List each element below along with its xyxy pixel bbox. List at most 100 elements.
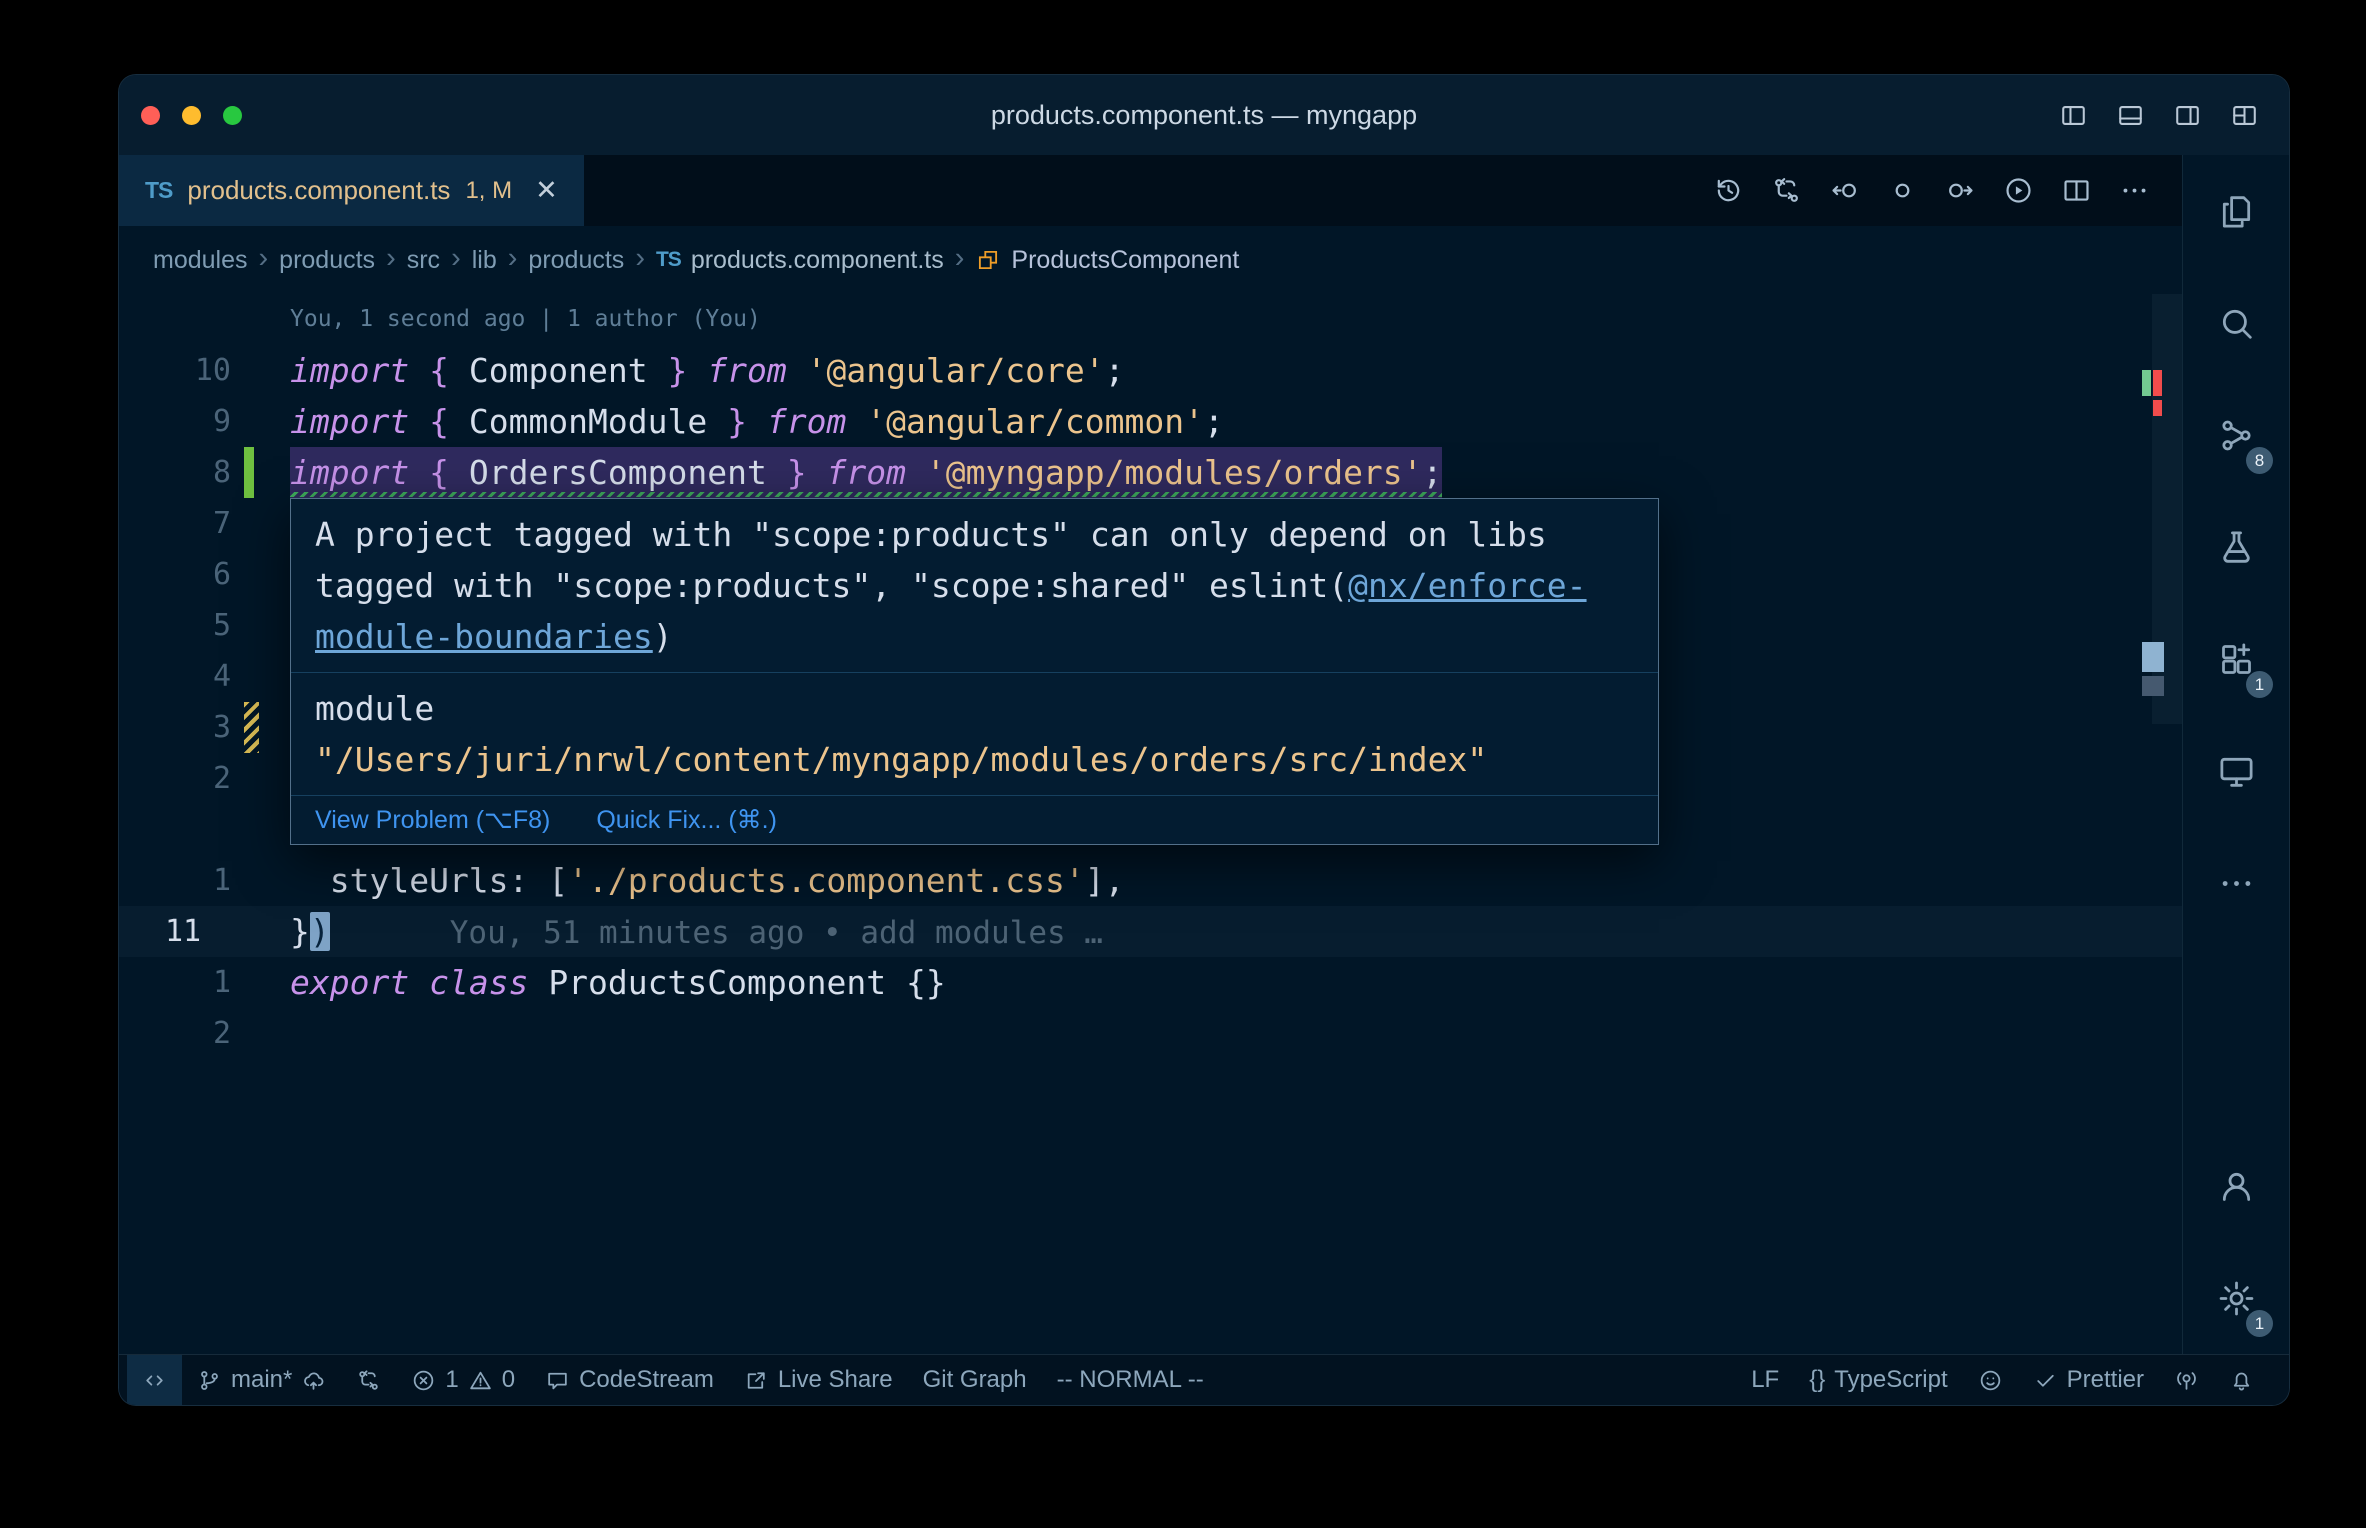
remote-icon: [146, 1374, 163, 1386]
error-icon: [414, 1370, 434, 1390]
code-line[interactable]: 11}) You, 51 minutes ago • add modules …: [119, 906, 2182, 957]
breadcrumb-separator: ›: [635, 242, 645, 274]
code-line[interactable]: 9 import { CommonModule } from '@angular/…: [119, 396, 2182, 447]
window-title: products.component.ts — myngapp: [990, 100, 1418, 130]
previous-change-button[interactable]: [1829, 175, 1860, 206]
statusbar-branch-compare[interactable]: [341, 1355, 396, 1405]
statusbar-git-graph[interactable]: Git Graph: [908, 1355, 1042, 1405]
split-editor-button[interactable]: [2061, 175, 2092, 206]
toggle-primary-sidebar-button[interactable]: [2059, 101, 2088, 130]
toggle-panel-icon: [2119, 105, 2142, 125]
toggle-panel-button[interactable]: [2116, 101, 2145, 130]
activitybar-search[interactable]: [2183, 267, 2289, 379]
statusbar-remote-indicator[interactable]: [127, 1355, 182, 1405]
breadcrumb-symbol[interactable]: ProductsComponent: [975, 246, 1239, 275]
class-symbol-icon: [979, 250, 998, 270]
code-token: '@angular/common': [866, 402, 1204, 441]
more-actions-icon: [2123, 188, 2146, 193]
tab-products-component[interactable]: TS products.component.ts 1, M ✕: [119, 155, 584, 226]
breadcrumb-folder[interactable]: products: [279, 246, 375, 275]
code-token: './products.component.css': [568, 861, 1085, 900]
statusbar-language-mode[interactable]: {} TypeScript: [1794, 1355, 1962, 1405]
run-file-button[interactable]: [2003, 175, 2034, 206]
next-change-button[interactable]: [1945, 175, 1976, 206]
current-change-button[interactable]: [1887, 175, 1918, 206]
activitybar-additional-views[interactable]: [2183, 827, 2289, 939]
timeline-icon: [1717, 179, 1740, 202]
activitybar-extensions[interactable]: 1: [2183, 603, 2289, 715]
code-line[interactable]: 2: [119, 1008, 2182, 1059]
statusbar-notifications[interactable]: [2214, 1355, 2269, 1405]
code-token: export: [290, 963, 410, 1002]
code-line[interactable]: 1 styleUrls: ['./products.component.css'…: [119, 855, 2182, 906]
code-token: {: [429, 453, 449, 492]
activitybar-source-control[interactable]: 8: [2183, 379, 2289, 491]
vim-block-cursor: ): [309, 912, 330, 951]
open-changes-button[interactable]: [1771, 175, 1802, 206]
typescript-file-icon: TS: [655, 248, 682, 271]
breadcrumb-folder[interactable]: src: [407, 246, 440, 275]
statusbar-prettier[interactable]: Prettier: [2018, 1355, 2159, 1405]
code-line[interactable]: 1 export class ProductsComponent {}: [119, 957, 2182, 1008]
view-problem-action[interactable]: View Problem (⌥F8): [315, 795, 550, 846]
code-token: Component: [448, 351, 668, 390]
breadcrumb-separator: ›: [258, 242, 269, 274]
editor-actions: [1713, 155, 2182, 226]
breadcrumb-separator: ›: [507, 242, 518, 274]
code-token: import: [290, 402, 410, 441]
statusbar-codestream[interactable]: CodeStream: [530, 1355, 729, 1405]
statusbar-broadcast[interactable]: [2159, 1355, 2214, 1405]
code-editor[interactable]: You, 1 second ago | 1 author (You) 10 impo…: [119, 294, 2182, 1354]
statusbar-eol-text: LF: [1751, 1366, 1780, 1393]
activitybar-explorer[interactable]: [2183, 155, 2289, 267]
quick-fix-action[interactable]: Quick Fix... (⌘.): [596, 795, 777, 846]
additional-views-icon: [2222, 880, 2250, 886]
accounts-icon: [2222, 1172, 2250, 1201]
breadcrumb-folder[interactable]: modules: [153, 246, 248, 275]
more-actions-button[interactable]: [2119, 175, 2150, 206]
breadcrumb-file[interactable]: TS products.component.ts: [656, 246, 944, 275]
breadcrumb-folder[interactable]: products: [528, 246, 624, 275]
previous-change-icon: [1832, 183, 1856, 198]
status-bar: main* 1 0 CodeStream Live Share Git Graph -- N…: [119, 1354, 2289, 1405]
code-line[interactable]: 8 import { OrdersComponent } from '@mynga…: [119, 447, 2182, 498]
code-line[interactable]: 10 import { Component } from '@angular/co…: [119, 345, 2182, 396]
customize-layout-button[interactable]: [2230, 101, 2259, 130]
customize-layout-icon: [2233, 105, 2256, 125]
statusbar-git-branch[interactable]: main*: [182, 1355, 341, 1405]
code-token: '@angular/core': [806, 351, 1105, 390]
statusbar-live-share[interactable]: Live Share: [729, 1355, 908, 1405]
statusbar-feedback[interactable]: [1963, 1355, 2018, 1405]
activitybar-remote-explorer[interactable]: [2183, 715, 2289, 827]
module-path: "/Users/juri/nrwl/content/myngapp/module…: [315, 740, 1488, 779]
activitybar-manage[interactable]: 1: [2183, 1242, 2289, 1354]
timeline-button[interactable]: [1713, 175, 1744, 206]
extensions-icon: [2221, 642, 2251, 674]
statusbar-eol[interactable]: LF: [1736, 1355, 1794, 1405]
manage-badge: 1: [2246, 1310, 2273, 1337]
toggle-primary-sidebar-icon: [2062, 105, 2085, 125]
breadcrumb-separator: ›: [954, 242, 965, 274]
activitybar-testing[interactable]: [2183, 491, 2289, 603]
code-token: }: [786, 453, 807, 492]
popup-actions: View Problem (⌥F8) Quick Fix... (⌘.): [291, 796, 1658, 844]
toggle-secondary-sidebar-button[interactable]: [2173, 101, 2202, 130]
statusbar-vim-mode[interactable]: -- NORMAL --: [1042, 1355, 1219, 1405]
close-tab-icon[interactable]: ✕: [535, 175, 558, 206]
line-number: 8: [212, 455, 231, 490]
activity-bar: 8 1 1: [2182, 155, 2289, 1354]
code-token: CommonModule: [448, 402, 728, 441]
breadcrumb-folder[interactable]: lib: [472, 246, 497, 275]
code-token: ;: [1104, 351, 1125, 390]
code-token: }: [290, 912, 310, 951]
titlebar: products.component.ts — myngapp: [119, 75, 2289, 155]
share-icon: [747, 1371, 765, 1389]
statusbar-problems-text: 1: [445, 1366, 459, 1393]
statusbar-problems[interactable]: 10: [396, 1355, 530, 1405]
activitybar-accounts[interactable]: [2183, 1130, 2289, 1242]
source-control-icon: [2221, 420, 2251, 450]
